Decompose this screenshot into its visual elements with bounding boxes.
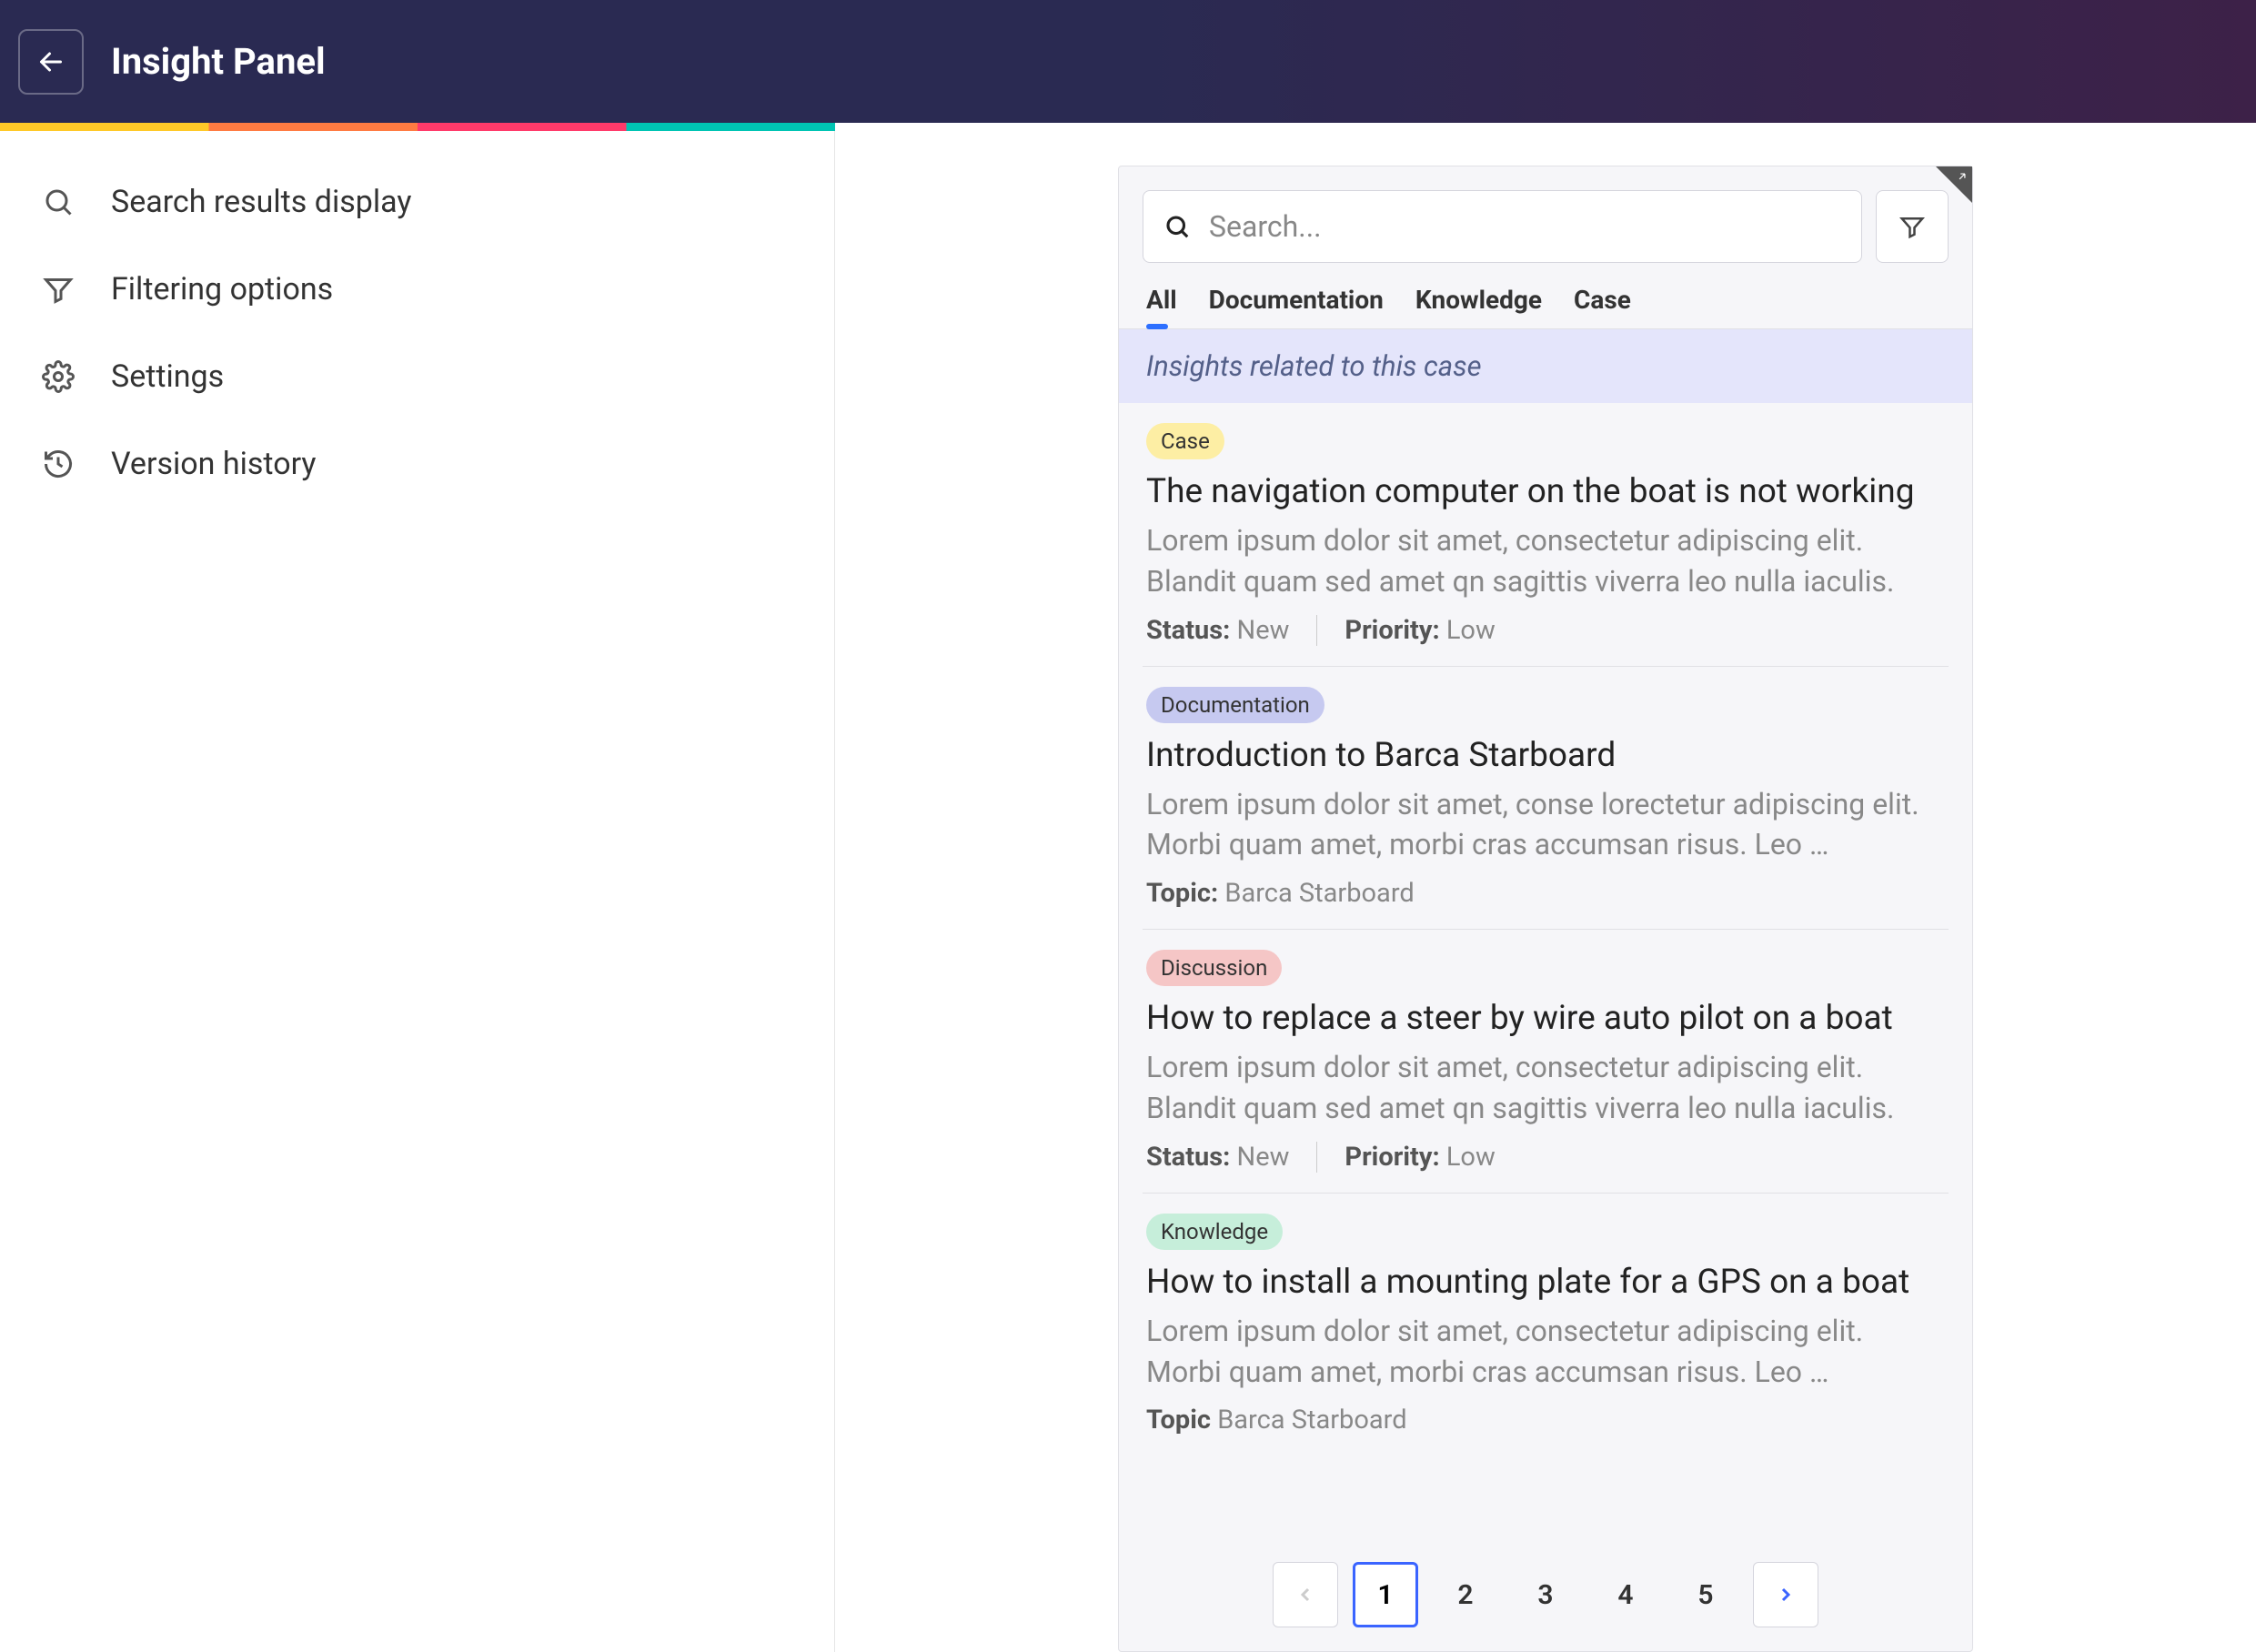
- result-meta: Status: New Priority: Low: [1146, 1142, 1945, 1173]
- search-icon: [1163, 213, 1191, 240]
- settings-icon: [42, 360, 75, 393]
- meta-value: Barca Starboard: [1217, 1405, 1406, 1435]
- insight-panel: All Documentation Knowledge Case Insights r…: [1118, 166, 1973, 1652]
- sidebar-item-history[interactable]: Version history: [0, 420, 834, 508]
- result-title: Introduction to Barca Starboard: [1146, 736, 1945, 775]
- search-icon: [42, 186, 75, 218]
- meta-value: Low: [1446, 615, 1496, 646]
- result-title: How to install a mounting plate for a GP…: [1146, 1263, 1945, 1302]
- result-meta-item: Priority: Low: [1316, 615, 1495, 646]
- history-icon: [42, 448, 75, 480]
- result-meta: Topic Barca Starboard: [1146, 1405, 1945, 1435]
- result-description: Lorem ipsum dolor sit amet, consectetur …: [1146, 1047, 1945, 1129]
- content: All Documentation Knowledge Case Insights r…: [835, 131, 2256, 1652]
- main: Search results display Filtering options S…: [0, 131, 2256, 1652]
- sidebar-item-label: Version history: [111, 446, 317, 482]
- tabs: All Documentation Knowledge Case: [1119, 274, 1972, 329]
- meta-label: Priority:: [1345, 1142, 1439, 1173]
- result-title: The navigation computer on the boat is n…: [1146, 472, 1945, 511]
- expand-icon: [1956, 170, 1969, 183]
- result-description: Lorem ipsum dolor sit amet, consectetur …: [1146, 1311, 1945, 1393]
- page-1[interactable]: 1: [1353, 1562, 1418, 1627]
- expand-corner[interactable]: [1936, 166, 1972, 203]
- page-2[interactable]: 2: [1433, 1562, 1498, 1627]
- result-meta: Topic: Barca Starboard: [1146, 878, 1945, 909]
- page-title: Insight Panel: [111, 40, 326, 83]
- search-input[interactable]: [1209, 209, 1841, 244]
- back-button[interactable]: [18, 29, 84, 95]
- search-row: [1119, 166, 1972, 274]
- chevron-right-icon: [1775, 1584, 1797, 1606]
- sidebar-item-search[interactable]: Search results display: [0, 158, 834, 246]
- page-3[interactable]: 3: [1513, 1562, 1578, 1627]
- filter-icon: [42, 273, 75, 306]
- result-item[interactable]: Case The navigation computer on the boat…: [1143, 403, 1949, 667]
- chevron-left-icon: [1294, 1584, 1316, 1606]
- arrow-left-icon: [35, 45, 67, 78]
- result-meta: Status: New Priority: Low: [1146, 615, 1945, 646]
- meta-label: Status:: [1146, 615, 1230, 646]
- tab-knowledge[interactable]: Knowledge: [1415, 285, 1542, 328]
- result-item[interactable]: Documentation Introduction to Barca Star…: [1143, 667, 1949, 931]
- page-5[interactable]: 5: [1673, 1562, 1738, 1627]
- pagination: 12345: [1119, 1538, 1972, 1651]
- page-4[interactable]: 4: [1593, 1562, 1658, 1627]
- insights-banner: Insights related to this case: [1119, 329, 1972, 403]
- meta-value: Low: [1446, 1142, 1496, 1173]
- page-next[interactable]: [1753, 1562, 1818, 1627]
- tab-documentation[interactable]: Documentation: [1209, 285, 1384, 328]
- tab-case[interactable]: Case: [1574, 285, 1631, 328]
- sidebar: Search results display Filtering options S…: [0, 131, 835, 1652]
- result-meta-item: Priority: Low: [1316, 1142, 1495, 1173]
- result-badge: Discussion: [1146, 950, 1282, 986]
- sidebar-item-filter[interactable]: Filtering options: [0, 246, 834, 333]
- result-badge: Case: [1146, 423, 1224, 459]
- search-box[interactable]: [1143, 190, 1862, 263]
- result-meta-item: Status: New: [1146, 615, 1289, 646]
- sidebar-item-settings[interactable]: Settings: [0, 333, 834, 420]
- result-meta-item: Topic: Barca Starboard: [1146, 878, 1415, 909]
- result-badge: Knowledge: [1146, 1214, 1283, 1250]
- tab-all[interactable]: All: [1146, 285, 1177, 328]
- result-meta-item: Status: New: [1146, 1142, 1289, 1173]
- meta-value: New: [1237, 1142, 1290, 1173]
- sidebar-item-label: Search results display: [111, 184, 411, 220]
- results-list: Case The navigation computer on the boat…: [1119, 403, 1972, 1538]
- result-description: Lorem ipsum dolor sit amet, conse lorect…: [1146, 784, 1945, 866]
- result-item[interactable]: Knowledge How to install a mounting plat…: [1143, 1194, 1949, 1456]
- result-title: How to replace a steer by wire auto pilo…: [1146, 999, 1945, 1038]
- meta-label: Topic: [1146, 1405, 1211, 1435]
- header: Insight Panel: [0, 0, 2256, 123]
- result-meta-item: Topic Barca Starboard: [1146, 1405, 1407, 1435]
- meta-label: Status:: [1146, 1142, 1230, 1173]
- meta-label: Topic:: [1146, 878, 1218, 909]
- result-description: Lorem ipsum dolor sit amet, consectetur …: [1146, 520, 1945, 602]
- meta-value: New: [1237, 615, 1290, 646]
- filter-icon: [1898, 213, 1926, 240]
- sidebar-item-label: Settings: [111, 358, 224, 395]
- sidebar-item-label: Filtering options: [111, 271, 333, 307]
- meta-label: Priority:: [1345, 615, 1439, 646]
- result-badge: Documentation: [1146, 687, 1324, 723]
- result-item[interactable]: Discussion How to replace a steer by wir…: [1143, 930, 1949, 1194]
- meta-value: Barca Starboard: [1224, 878, 1414, 909]
- page-prev[interactable]: [1273, 1562, 1338, 1627]
- color-bar: [0, 123, 835, 131]
